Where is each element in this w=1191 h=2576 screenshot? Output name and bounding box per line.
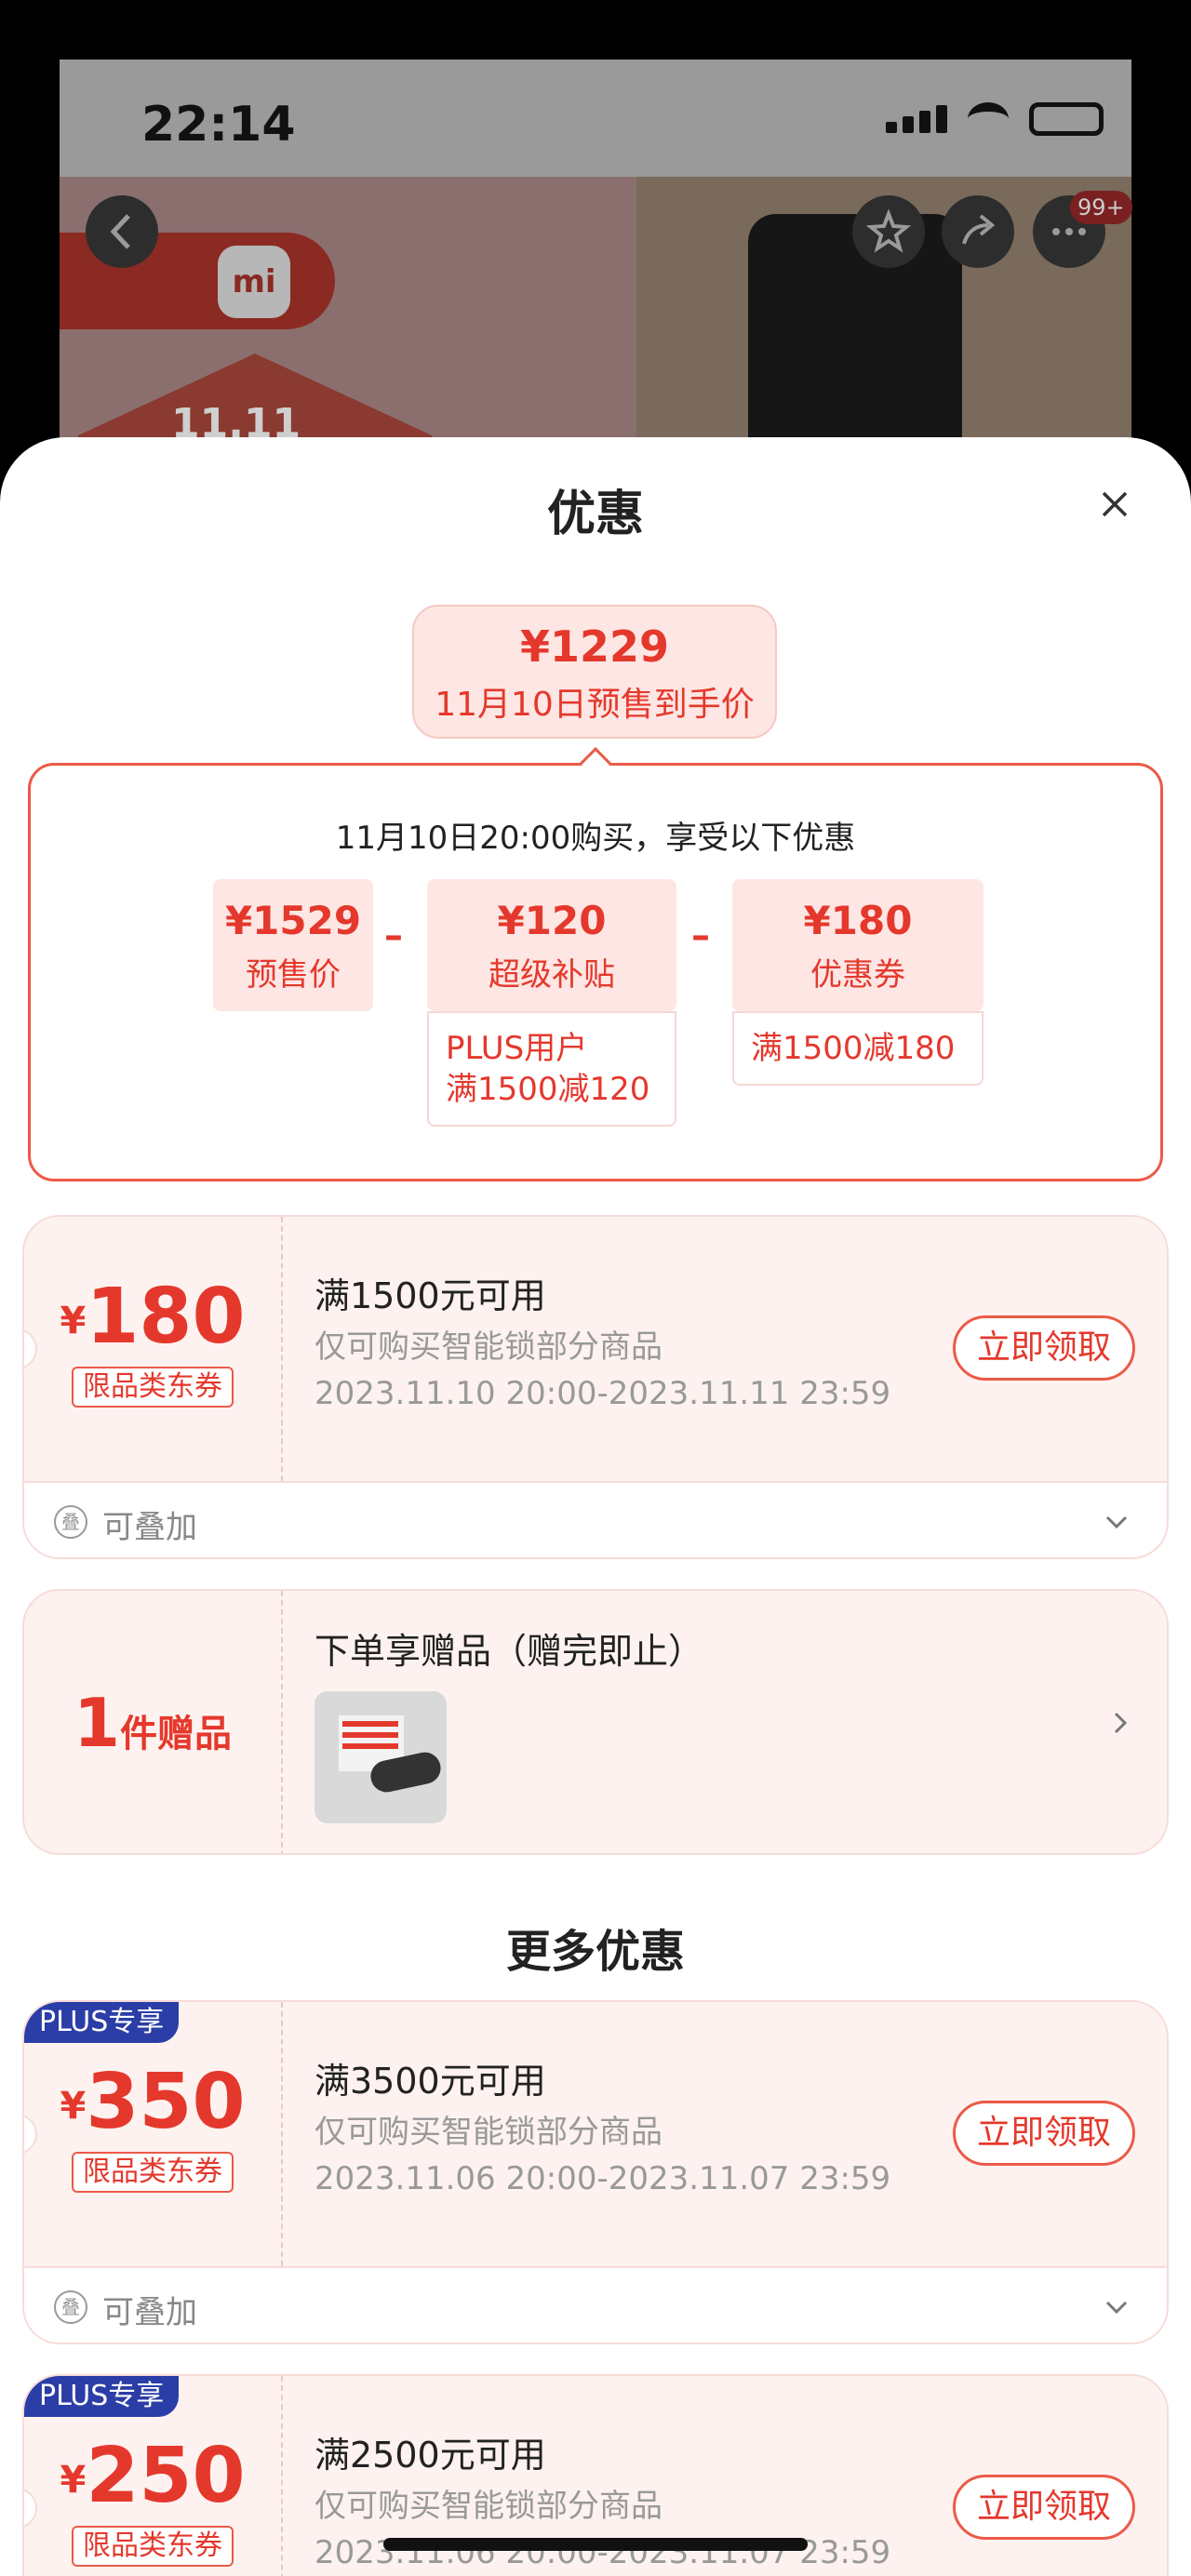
share-icon bbox=[962, 214, 996, 245]
stackable-row[interactable]: 叠 可叠加 bbox=[24, 1481, 1167, 1557]
coupon-condition: 满3500元可用 bbox=[314, 2061, 546, 2102]
stack-icon: 叠 bbox=[54, 2290, 87, 2324]
subsidy-label: 超级补贴 bbox=[488, 956, 615, 994]
coupon-amount: ¥180 bbox=[803, 898, 913, 943]
more-offers-title: 更多优惠 bbox=[505, 1926, 685, 1978]
home-indicator[interactable] bbox=[383, 2538, 808, 2551]
coupon-condition: 满1500元可用 bbox=[314, 1275, 546, 1316]
subsidy-note-line2: 满1500减120 bbox=[446, 1071, 650, 1108]
stackable-row[interactable]: 叠 可叠加 bbox=[24, 2266, 1167, 2342]
plus-exclusive-tag: PLUS专享 bbox=[24, 2002, 180, 2043]
gift-title: 下单享赠品（赠完即止） bbox=[314, 1631, 704, 1672]
favorite-button[interactable] bbox=[852, 195, 925, 268]
coupon-type-tag: 限品类东券 bbox=[72, 2152, 234, 2193]
coupon-note: 满1500减180 bbox=[732, 1011, 984, 1086]
mi-logo: mi bbox=[218, 246, 290, 318]
wifi-icon bbox=[968, 102, 1009, 136]
back-button[interactable] bbox=[86, 195, 158, 268]
coupon-type-tag: 限品类东券 bbox=[72, 2526, 234, 2567]
minus-sign: – bbox=[384, 914, 403, 957]
final-price: ¥1229 bbox=[519, 621, 670, 672]
plus-exclusive-tag: PLUS专享 bbox=[24, 2376, 180, 2417]
stackable-label: 可叠加 bbox=[102, 2294, 197, 2331]
claim-button[interactable]: 立即领取 bbox=[953, 2475, 1135, 2540]
share-button[interactable] bbox=[942, 195, 1014, 268]
signal-icon bbox=[886, 105, 947, 133]
coupon-validity: 2023.11.06 20:00-2023.11.07 23:59 bbox=[314, 2160, 891, 2197]
gift-offer[interactable]: 1件赠品 下单享赠品（赠完即止） bbox=[22, 1589, 1169, 1855]
sheet-title: 优惠 bbox=[546, 487, 644, 542]
coupon-180: ¥180 限品类东券 满1500元可用 仅可购买智能锁部分商品 2023.11.… bbox=[22, 1215, 1169, 1559]
gift-product-image bbox=[314, 1691, 447, 1823]
subsidy-note-line1: PLUS用户 bbox=[446, 1030, 588, 1067]
claim-button[interactable]: 立即领取 bbox=[953, 1315, 1135, 1381]
gift-count: 1 bbox=[73, 1684, 121, 1762]
coupon-value: 350 bbox=[86, 2058, 246, 2146]
close-button[interactable] bbox=[1094, 484, 1135, 525]
status-bar: 22:14 bbox=[60, 60, 1131, 177]
coupon-scope: 仅可购买智能锁部分商品 bbox=[314, 2114, 662, 2151]
message-count-badge: 99+ bbox=[1070, 191, 1132, 224]
star-icon bbox=[865, 208, 912, 253]
subsidy-note: PLUS用户 满1500减120 bbox=[427, 1011, 676, 1127]
price-breakdown-box: 11月10日20:00购买，享受以下优惠 ¥1529 预售价 – ¥120 超级… bbox=[28, 763, 1163, 1181]
final-price-label: 11月10日预售到手价 bbox=[435, 686, 755, 724]
coupon-card: ¥180 优惠券 bbox=[732, 879, 984, 1011]
coupon-value: 250 bbox=[86, 2432, 246, 2520]
coupon-350: PLUS专享 ¥350 限品类东券 满3500元可用 仅可购买智能锁部分商品 2… bbox=[22, 2000, 1169, 2344]
coupon-scope: 仅可购买智能锁部分商品 bbox=[314, 1328, 662, 1366]
chevron-down-icon bbox=[1105, 1515, 1128, 1529]
coupon-type-tag: 限品类东券 bbox=[72, 1367, 234, 1408]
subsidy-amount: ¥120 bbox=[497, 898, 607, 943]
coupon-label: 优惠券 bbox=[810, 956, 905, 994]
status-time: 22:14 bbox=[141, 97, 296, 153]
coupon-value: 180 bbox=[86, 1273, 246, 1361]
presale-price: ¥1529 bbox=[224, 898, 362, 943]
stackable-label: 可叠加 bbox=[102, 1509, 197, 1546]
coupon-condition: 满2500元可用 bbox=[314, 2435, 546, 2476]
coupon-note-line1: 满1500减180 bbox=[751, 1030, 956, 1067]
super-subsidy-card: ¥120 超级补贴 bbox=[427, 879, 676, 1011]
coupon-scope: 仅可购买智能锁部分商品 bbox=[314, 2488, 662, 2525]
breakdown-headline: 11月10日20:00购买，享受以下优惠 bbox=[335, 820, 856, 857]
chevron-left-icon bbox=[110, 214, 130, 249]
presale-label: 预售价 bbox=[246, 956, 341, 994]
discount-sheet: 优惠 ¥1229 11月10日预售到手价 11月10日20:00购买，享受以下优… bbox=[0, 437, 1191, 2576]
currency-symbol: ¥ bbox=[60, 2459, 87, 2502]
battery-icon bbox=[1029, 102, 1104, 136]
final-price-bubble: ¥1229 11月10日预售到手价 bbox=[412, 605, 777, 739]
close-icon bbox=[1102, 491, 1128, 517]
minus-sign: – bbox=[691, 914, 710, 957]
presale-price-card: ¥1529 预售价 bbox=[213, 879, 373, 1011]
chevron-right-icon bbox=[1114, 1712, 1128, 1734]
stack-icon: 叠 bbox=[54, 1505, 87, 1539]
currency-symbol: ¥ bbox=[60, 2085, 87, 2128]
gift-unit: 件赠品 bbox=[120, 1713, 233, 1755]
claim-button[interactable]: 立即领取 bbox=[953, 2101, 1135, 2166]
coupon-validity: 2023.11.10 20:00-2023.11.11 23:59 bbox=[314, 1375, 891, 1412]
status-icons bbox=[886, 102, 1104, 136]
currency-symbol: ¥ bbox=[60, 1300, 87, 1342]
chevron-down-icon bbox=[1105, 2301, 1128, 2315]
